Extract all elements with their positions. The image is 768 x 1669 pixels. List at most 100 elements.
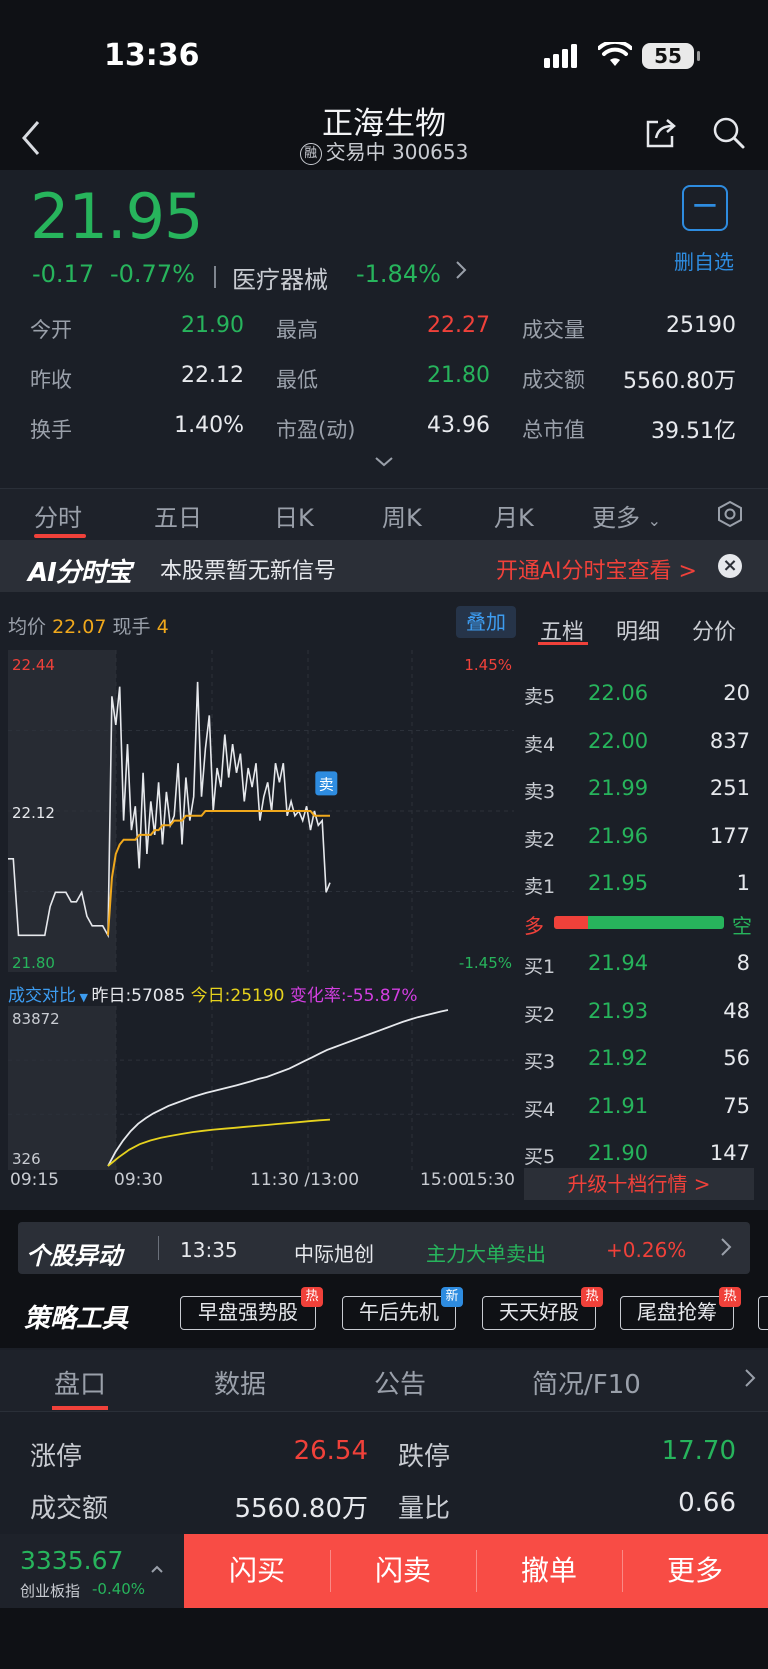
home-indicator-area [0, 1608, 768, 1669]
index-pct[interactable]: -0.40% [92, 1580, 145, 1598]
more-actions-button[interactable]: 更多 [622, 1534, 768, 1608]
asks-level-price[interactable]: 22.00 [588, 729, 648, 753]
close-icon[interactable]: × [718, 554, 742, 578]
tab-five-day[interactable]: 五日 [154, 498, 202, 533]
price-change: -0.17 [32, 260, 95, 288]
divider [214, 266, 216, 288]
bids-level-label: 买2 [524, 1003, 556, 1026]
tab-announcements[interactable]: 公告 [374, 1364, 426, 1401]
tab-data[interactable]: 数据 [214, 1364, 266, 1401]
tab-monthly-k[interactable]: 月K [494, 498, 534, 533]
bids-level-price[interactable]: 21.91 [588, 1094, 648, 1118]
stat-label: 成交量 [522, 318, 585, 342]
bids-level-price[interactable]: 21.93 [588, 999, 648, 1023]
stat-value: 1.40% [174, 413, 244, 438]
asks-level-price[interactable]: 21.95 [588, 871, 648, 895]
asks-level-price[interactable]: 21.99 [588, 776, 648, 800]
cellular-signal-icon [544, 44, 577, 68]
limit-up-value: 26.54 [293, 1436, 368, 1466]
price-change-pct: -0.77% [110, 260, 195, 288]
overlay-button[interactable]: 叠加 [456, 606, 516, 638]
strategy-chip[interactable]: 尾盘抢筹热 [620, 1287, 741, 1330]
strategy-logo: 策略工具 [24, 1304, 129, 1334]
tab-intraday[interactable]: 分时 [34, 498, 82, 533]
bids-level-price[interactable]: 21.92 [588, 1046, 648, 1070]
pct-max-label: 1.45% [464, 656, 512, 674]
asks-level-label: 卖3 [524, 781, 556, 803]
stat-label: 总市值 [522, 418, 585, 442]
share-icon[interactable] [644, 116, 678, 150]
chevron-right-icon[interactable] [720, 1236, 732, 1264]
chevron-right-icon[interactable] [454, 258, 468, 289]
limit-down-label: 跌停 [398, 1442, 451, 1472]
remove-watchlist-button[interactable]: − [682, 185, 728, 231]
volume-header[interactable]: 成交对比 ▼ 昨日:57085 今日:25190 变化率:-55.87% [8, 981, 418, 1006]
strategy-chip[interactable]: 天天好股热 [482, 1287, 603, 1330]
current-hand-value: 4 [156, 616, 169, 638]
volume-change-rate: 变化率:-55.87% [289, 986, 418, 1006]
tab-daily-k[interactable]: 日K [274, 498, 314, 533]
time-label: 09:30 [114, 1170, 163, 1190]
tab-handicap[interactable]: 盘口 [54, 1364, 106, 1401]
movement-signal: 主力大单卖出 [426, 1242, 546, 1266]
intraday-chart[interactable]: 22.44 22.12 21.80 1.45% -1.45% 卖 [8, 650, 514, 972]
asks-level-price[interactable]: 22.06 [588, 681, 648, 705]
sell-marker[interactable]: 卖 [315, 771, 338, 796]
bids-level-label: 买4 [524, 1098, 556, 1121]
asks-level-qty: 20 [723, 681, 750, 705]
tab-price-distribution[interactable]: 分价 [692, 614, 736, 646]
asks-level-qty: 837 [709, 728, 750, 753]
volume-ratio-value: 0.66 [678, 1488, 736, 1518]
current-price: 21.95 [30, 180, 203, 253]
stock-code: 300653 [392, 140, 469, 164]
bids-level-qty: 48 [723, 998, 750, 1023]
limit-down-value: 17.70 [661, 1436, 736, 1466]
avg-price-value: 22.07 [52, 616, 107, 638]
sector-name[interactable]: 医疗器械 [232, 260, 328, 295]
stat-value: 43.96 [427, 413, 490, 438]
time-label: 09:15 [10, 1170, 59, 1190]
upgrade-level10-button[interactable]: 升级十档行情 > [524, 1168, 754, 1200]
stat-label: 成交额 [522, 368, 585, 392]
ai-logo: AI分时宝 [28, 558, 132, 588]
index-name[interactable]: 创业板指 [20, 1580, 80, 1601]
tab-more[interactable]: 更多 ⌄ [592, 498, 661, 533]
chevron-right-icon[interactable] [744, 1366, 756, 1394]
bull-label: 多 [524, 914, 544, 938]
bids-level-price[interactable]: 21.90 [588, 1141, 648, 1165]
stat-label: 换手 [30, 418, 72, 442]
asks-level-price[interactable]: 21.96 [588, 824, 648, 848]
today-volume: 今日:25190 [190, 986, 285, 1006]
volume-compare-chart[interactable]: 83872 326 [8, 1006, 514, 1170]
flash-sell-button[interactable]: 闪卖 [330, 1534, 476, 1608]
bull-ratio-fill [554, 916, 588, 929]
sector-change-pct[interactable]: -1.84% [356, 260, 441, 288]
strategy-chip[interactable]: 早盘强势股热 [180, 1287, 323, 1330]
sell-marker-label: 卖 [319, 775, 334, 793]
expand-chevron-icon[interactable] [372, 450, 396, 474]
index-value[interactable]: 3335.67 [20, 1546, 123, 1575]
flash-buy-button[interactable]: 闪买 [184, 1534, 330, 1608]
asks-level-qty: 1 [736, 871, 750, 895]
tab-f10-profile[interactable]: 简况/F10 [532, 1364, 641, 1401]
bids-level-qty: 147 [709, 1141, 750, 1165]
strategy-chip-overflow[interactable] [758, 1296, 768, 1330]
cancel-order-button[interactable]: 撤单 [476, 1534, 622, 1608]
tab-trade-detail[interactable]: 明细 [616, 614, 660, 646]
bids-level-label: 买1 [524, 956, 556, 978]
margin-badge: 融 [299, 143, 322, 165]
dropdown-triangle-icon: ▼ [76, 991, 92, 1004]
strategy-chip-label: 天天好股 [499, 1300, 579, 1324]
tab-weekly-k[interactable]: 周K [382, 498, 422, 533]
bids-level-price[interactable]: 21.94 [588, 951, 648, 975]
search-icon[interactable] [712, 116, 746, 150]
asks-level-label: 卖1 [524, 876, 556, 898]
settings-hexagon-icon[interactable] [716, 500, 744, 528]
ai-banner-link[interactable]: 开通AI分时宝查看 > [496, 553, 697, 585]
yesterday-volume: 昨日:57085 [91, 986, 186, 1006]
chevron-up-icon[interactable] [150, 1558, 164, 1579]
status-time: 13:36 [104, 38, 200, 73]
chip-badge: 热 [581, 1287, 603, 1307]
remove-watchlist-label[interactable]: 删自选 [674, 246, 734, 275]
strategy-chip[interactable]: 午后先机新 [342, 1287, 463, 1330]
